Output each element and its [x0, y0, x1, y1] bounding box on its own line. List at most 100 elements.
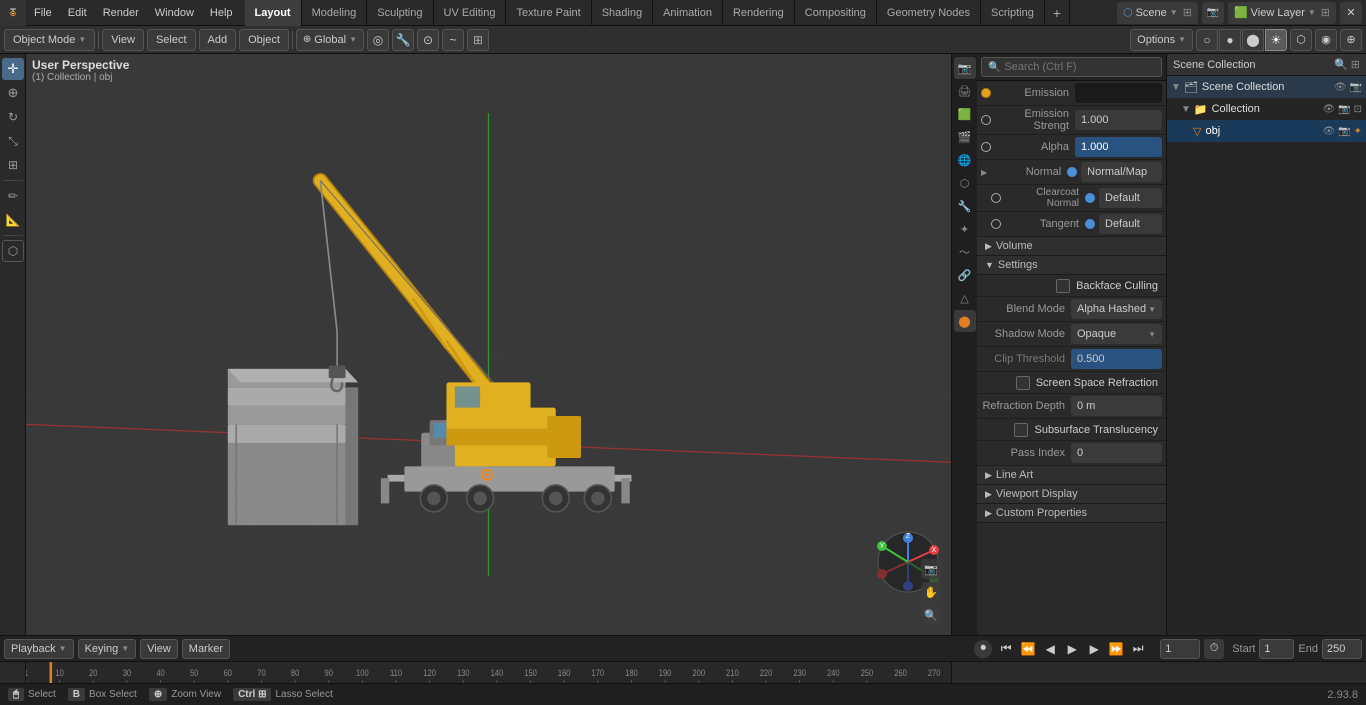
blend-mode-dropdown[interactable]: Alpha Hashed ▼ — [1071, 299, 1162, 319]
transform-pivot-btn[interactable]: ◎ — [367, 29, 389, 51]
obj-filter-icon[interactable]: ✦ — [1354, 126, 1362, 137]
end-frame-input[interactable]: 250 — [1322, 639, 1362, 659]
render-tab[interactable]: 📷 — [954, 57, 976, 79]
menu-window[interactable]: Window — [147, 0, 202, 25]
object-tab[interactable]: ⬡ — [954, 172, 976, 194]
rotate-tool[interactable]: ↻ — [2, 106, 24, 128]
solid-shading-btn[interactable]: ● — [1219, 29, 1241, 51]
collection-vp-icon[interactable]: ⊡ — [1354, 104, 1362, 115]
screen-space-refraction-checkbox[interactable] — [1016, 376, 1030, 390]
pass-index-value[interactable]: 0 — [1071, 443, 1162, 463]
playback-settings-btn[interactable]: ⏱ — [1204, 639, 1224, 659]
play-btn[interactable]: ▶ — [1062, 639, 1082, 659]
tab-rendering[interactable]: Rendering — [723, 0, 795, 26]
prev-keyframe-btn[interactable]: ⏪ — [1018, 639, 1038, 659]
shadow-mode-dropdown[interactable]: Opaque ▼ — [1071, 324, 1162, 344]
custom-properties-section-header[interactable]: ▶ Custom Properties — [977, 504, 1166, 523]
tab-compositing[interactable]: Compositing — [795, 0, 877, 26]
menu-edit[interactable]: Edit — [60, 0, 95, 25]
timeline-view-btn[interactable]: View — [140, 639, 178, 659]
scale-tool[interactable]: ⤡ — [2, 130, 24, 152]
refraction-depth-value[interactable]: 0 m — [1071, 396, 1162, 416]
material-shading-btn[interactable]: ⬤ — [1242, 29, 1264, 51]
viewport-camera-icon[interactable]: 📷 — [921, 559, 941, 579]
emission-strength-value[interactable]: 1.000 — [1075, 110, 1162, 130]
tab-animation[interactable]: Animation — [653, 0, 723, 26]
annotate-tool[interactable]: ✏ — [2, 185, 24, 207]
collection-visibility-icon[interactable]: 👁 — [1322, 104, 1335, 115]
obj-render-icon[interactable]: 📷 — [1338, 126, 1350, 137]
subsurface-translucency-checkbox[interactable] — [1014, 423, 1028, 437]
menu-render[interactable]: Render — [95, 0, 147, 25]
rendered-shading-btn[interactable]: ☀ — [1265, 29, 1287, 51]
wireframe-shading-btn[interactable]: ○ — [1196, 29, 1218, 51]
scene-tab[interactable]: 🎬 — [954, 126, 976, 148]
proportional-edit-btn[interactable]: ⊙ — [417, 29, 439, 51]
start-frame-input[interactable]: 1 — [1259, 639, 1294, 659]
jump-start-btn[interactable]: ⏮ — [996, 639, 1016, 659]
tab-add-new[interactable]: + — [1045, 0, 1070, 26]
alpha-value[interactable]: 1.000 — [1075, 137, 1162, 157]
add-menu-btn[interactable]: Add — [199, 29, 237, 51]
timeline-track[interactable]: 1 10 20 30 40 50 60 70 80 90 — [26, 662, 951, 683]
world-tab[interactable]: 🌐 — [954, 149, 976, 171]
snap-btn[interactable]: 🔧 — [392, 29, 414, 51]
gizmo-btn[interactable]: ⊕ — [1340, 29, 1362, 51]
scene-collection-visibility-icon[interactable]: 👁 — [1334, 82, 1347, 93]
close-view-layer-btn[interactable]: ✕ — [1340, 2, 1362, 24]
view-layer-tab[interactable]: 🟩 — [954, 103, 976, 125]
clip-threshold-value[interactable]: 0.500 — [1071, 349, 1162, 369]
normal-value[interactable]: Normal/Map — [1081, 162, 1162, 182]
line-art-section-header[interactable]: ▶ Line Art — [977, 466, 1166, 485]
outliner-obj-item[interactable]: ▽ obj 👁 📷 ✦ — [1167, 120, 1366, 142]
move-tool[interactable]: ⊕ — [2, 82, 24, 104]
normal-expand-arrow[interactable]: ▶ — [981, 168, 987, 177]
viewport-hand-icon[interactable]: ✋ — [921, 582, 941, 602]
tab-modeling[interactable]: Modeling — [302, 0, 368, 26]
outliner-collection[interactable]: ▼ 📁 Collection 👁 📷 ⊡ — [1167, 98, 1366, 120]
transform-orientation-dropdown[interactable]: ⊕ Global ▼ — [296, 29, 364, 51]
clearcoat-value[interactable]: Default — [1099, 188, 1162, 208]
view-layer-selector[interactable]: 🟩 View Layer ▼ ⊞ — [1228, 2, 1336, 24]
options-dropdown[interactable]: Options ▼ — [1130, 29, 1193, 51]
tab-sculpting[interactable]: Sculpting — [367, 0, 433, 26]
next-frame-btn[interactable]: ▶ — [1084, 639, 1104, 659]
physics-tab[interactable]: 〜 — [954, 241, 976, 263]
select-menu-btn[interactable]: Select — [147, 29, 196, 51]
tangent-value[interactable]: Default — [1099, 214, 1162, 234]
object-data-tab[interactable]: △ — [954, 287, 976, 309]
transform-tool[interactable]: ⊞ — [2, 154, 24, 176]
view-menu-btn[interactable]: View — [102, 29, 144, 51]
3d-viewport[interactable]: User Perspective (1) Collection | obj — [26, 54, 951, 635]
tab-uv-editing[interactable]: UV Editing — [434, 0, 507, 26]
menu-help[interactable]: Help — [202, 0, 241, 25]
object-mode-dropdown[interactable]: Object Mode ▼ — [4, 29, 95, 51]
outliner-search-icon[interactable]: 🔍 — [1334, 58, 1348, 71]
playback-menu-btn[interactable]: Playback ▼ — [4, 639, 74, 659]
blender-logo-btn[interactable] — [0, 0, 26, 26]
collection-render-icon[interactable]: 📷 — [1338, 104, 1350, 115]
jump-end-btn[interactable]: ⏭ — [1128, 639, 1148, 659]
graph-btn[interactable]: ~ — [442, 29, 464, 51]
prev-frame-btn[interactable]: ◀ — [1040, 639, 1060, 659]
render-properties-btn[interactable]: 📷 — [1202, 2, 1224, 24]
viewport-display-section-header[interactable]: ▶ Viewport Display — [977, 485, 1166, 504]
object-menu-btn[interactable]: Object — [239, 29, 289, 51]
tab-scripting[interactable]: Scripting — [981, 0, 1045, 26]
outliner-filter-icon[interactable]: ⊞ — [1351, 58, 1360, 71]
outliner-scene-collection[interactable]: ▼ 🗂 Scene Collection 👁 📷 — [1167, 76, 1366, 98]
scene-selector[interactable]: ⬡ Scene ▼ ⊞ — [1117, 2, 1198, 24]
viewport-zoom-icon[interactable]: 🔍 — [921, 605, 941, 625]
particles-tab[interactable]: ✦ — [954, 218, 976, 240]
obj-visibility-icon[interactable]: 👁 — [1322, 126, 1335, 137]
xray-btn[interactable]: ⬡ — [1290, 29, 1312, 51]
grid-btn[interactable]: ⊞ — [467, 29, 489, 51]
add-primitive-tool[interactable]: ⬡ — [2, 240, 24, 262]
marker-menu-btn[interactable]: Marker — [182, 639, 230, 659]
settings-section-header[interactable]: ▼ Settings — [977, 256, 1166, 275]
tab-geometry-nodes[interactable]: Geometry Nodes — [877, 0, 981, 26]
properties-search-input[interactable] — [1004, 61, 1155, 73]
record-btn[interactable]: ⏺ — [974, 640, 992, 658]
keying-menu-btn[interactable]: Keying ▼ — [78, 639, 137, 659]
emission-value[interactable] — [1075, 83, 1162, 103]
